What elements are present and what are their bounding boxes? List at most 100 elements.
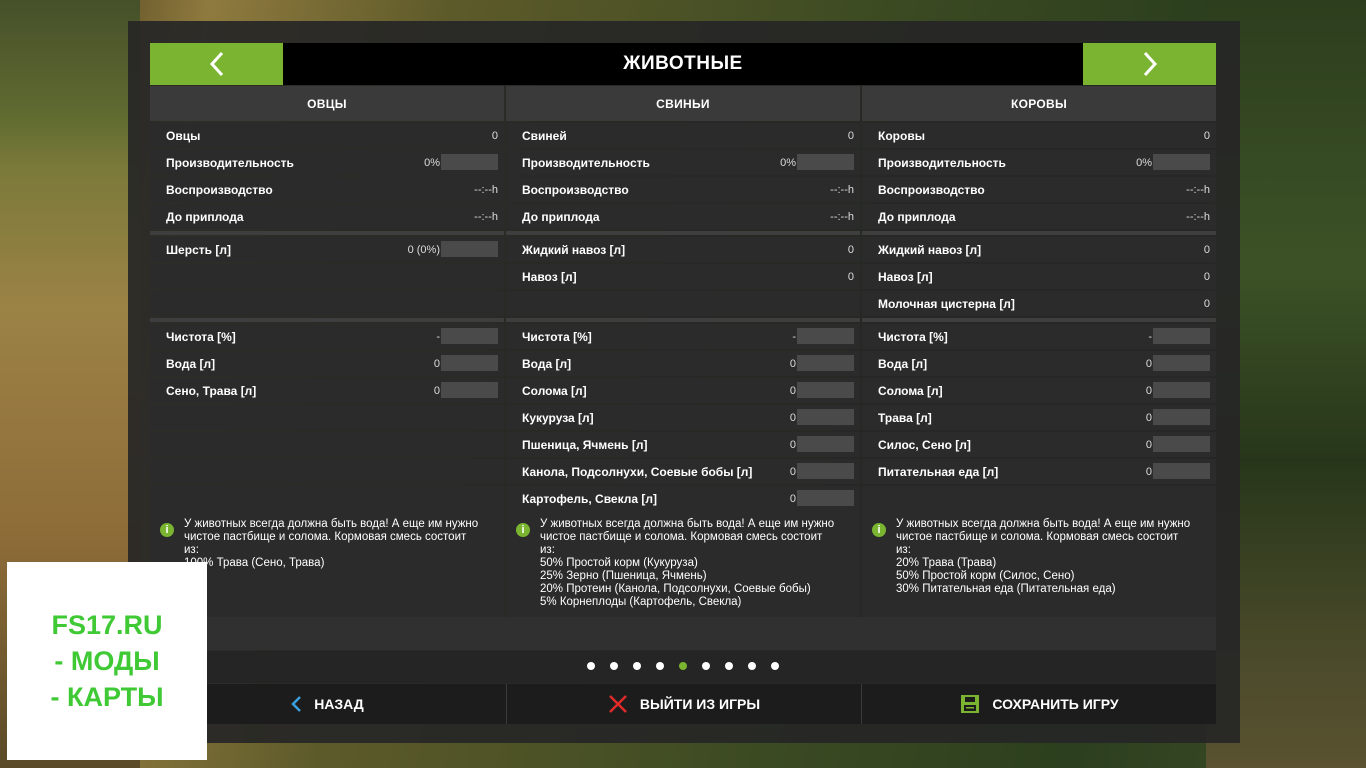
title-bar: ЖИВОТНЫЕ [150,43,1216,85]
row-label: Молочная цистерна [л] [878,296,1015,311]
info-line: 5% Корнеплоды (Картофель, Свекла) [540,596,742,608]
prev-page-button[interactable] [150,43,283,85]
level-bar [1153,436,1210,452]
row-label: До приплода [166,209,244,224]
page-dot[interactable] [656,662,664,670]
row-value: 0 [1203,129,1210,142]
pagination-dots [150,662,1216,670]
row-label: Чистота [%] [522,329,592,344]
row-label: Навоз [л] [522,269,577,284]
row-value: - [436,330,440,343]
row-label: Навоз [л] [878,269,933,284]
products-row: Навоз [л] 0 [506,264,860,289]
needs-row: Солома [л] 0 [862,378,1216,403]
row-label: Шерсть [л] [166,242,231,257]
info-line: из: [184,544,199,556]
row-value: --:--h [830,210,854,223]
row-label: Коровы [878,128,925,143]
page-dot[interactable] [587,662,595,670]
needs-row: Солома [л] 0 [506,378,860,403]
row-value: 0 [847,243,854,256]
row-label: Солома [л] [522,383,587,398]
row-value: 0% [424,156,440,169]
page-dot[interactable] [679,662,687,670]
level-bar [441,154,498,170]
row-label: Воспроизводство [878,182,985,197]
row-value: 0 [789,357,796,370]
row-label: Вода [л] [522,356,572,371]
page-dot[interactable] [610,662,618,670]
level-bar [1153,463,1210,479]
row-value: 0 (0%) [407,243,440,256]
needs-row [150,432,504,457]
quit-game-button[interactable]: ВЫЙТИ ИЗ ИГРЫ [506,684,861,724]
row-value: 0% [780,156,796,169]
animal-column: ОВЦЫ Овцы 0 Производительность 0% Воспроизвод… [150,86,504,617]
section-divider [862,231,1216,235]
page-dot[interactable] [633,662,641,670]
row-label: Вода [л] [166,356,216,371]
row-label: Вода [л] [878,356,928,371]
needs-row [150,486,504,511]
needs-row: Вода [л] 0 [862,351,1216,376]
stats-row: Производительность 0% [150,150,504,175]
needs-row: Чистота [%] - [862,324,1216,349]
animal-column: СВИНЬИ Свиней 0 Производительность 0% Воспрои… [506,86,860,617]
needs-row: Чистота [%] - [506,324,860,349]
stats-row: Производительность 0% [862,150,1216,175]
info-line: 25% Зерно (Пшеница, Ячмень) [540,570,707,582]
page-dot[interactable] [725,662,733,670]
info-line: У животных всегда должна быть вода! А ещ… [896,518,1191,530]
info-line: 30% Питательная еда (Питательная еда) [896,583,1116,595]
row-value: 0 [1203,243,1210,256]
page-dot[interactable] [748,662,756,670]
row-value: --:--h [1186,183,1210,196]
next-page-button[interactable] [1083,43,1216,85]
footer-button-bar: НАЗАД ВЫЙТИ ИЗ ИГРЫ СОХРАНИТЬ ИГРУ [150,684,1216,724]
needs-row: Пшеница, Ячмень [л] 0 [506,432,860,457]
info-line: из: [540,544,555,556]
row-value: 0 [789,411,796,424]
page-dot[interactable] [771,662,779,670]
needs-row: Кукуруза [л] 0 [506,405,860,430]
level-bar [797,382,854,398]
row-value: - [1148,330,1152,343]
page-title: ЖИВОТНЫЕ [623,53,743,74]
level-bar [441,241,498,257]
level-bar [797,409,854,425]
row-value: 0 [789,492,796,505]
row-value: 0 [847,270,854,283]
row-value: --:--h [474,183,498,196]
info-text: У животных всегда должна быть вода! А ещ… [184,518,504,570]
row-label: Питательная еда [л] [878,464,999,479]
needs-row [862,486,1216,511]
save-game-button[interactable]: СОХРАНИТЬ ИГРУ [861,684,1217,724]
row-label: Производительность [166,155,294,170]
row-value: 0 [1145,411,1152,424]
chevron-right-icon [1143,51,1157,77]
row-label: Солома [л] [878,383,943,398]
stats-row: Овцы 0 [150,123,504,148]
row-label: Производительность [522,155,650,170]
row-label: Пшеница, Ячмень [л] [522,437,648,452]
section-divider [506,231,860,235]
info-text: У животных всегда должна быть вода! А ещ… [540,518,860,609]
page-dot[interactable] [702,662,710,670]
info-line: 50% Простой корм (Кукуруза) [540,557,698,569]
stats-row: До приплода --:--h [506,204,860,229]
level-bar [441,355,498,371]
products-row [150,264,504,289]
section-divider [150,231,504,235]
info-line: 20% Трава (Трава) [896,557,997,569]
info-line: из: [896,544,911,556]
needs-row: Трава [л] 0 [862,405,1216,430]
spacer-band [150,617,1216,650]
row-label: До приплода [878,209,956,224]
section-divider [862,318,1216,322]
row-label: Трава [л] [878,410,932,425]
needs-row: Питательная еда [л] 0 [862,459,1216,484]
level-bar [797,355,854,371]
info-icon: i [872,523,886,537]
needs-row: Сено, Трава [л] 0 [150,378,504,403]
row-value: 0 [1145,357,1152,370]
